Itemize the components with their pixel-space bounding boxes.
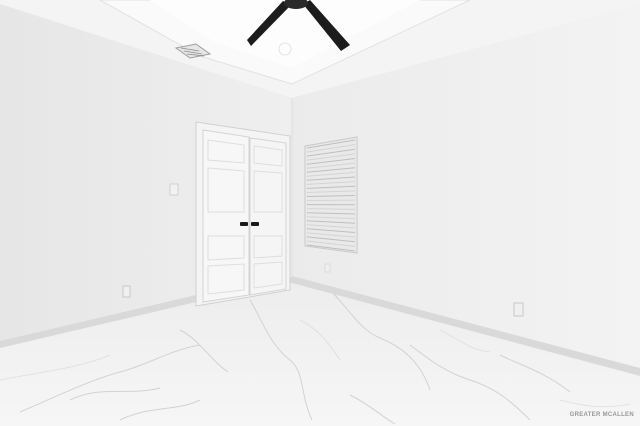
door-handle-right xyxy=(251,222,259,226)
light-switch xyxy=(169,183,179,196)
watermark: GREATER MCALLEN xyxy=(569,412,634,418)
closet-door-left xyxy=(202,129,250,303)
outlet-mid xyxy=(324,263,331,273)
door-handle-left xyxy=(240,222,248,226)
closet-door-right xyxy=(249,137,287,296)
outlet-left xyxy=(122,285,131,298)
recessed-light xyxy=(278,42,292,56)
room-photo xyxy=(0,0,640,426)
outlet-right xyxy=(513,302,524,317)
